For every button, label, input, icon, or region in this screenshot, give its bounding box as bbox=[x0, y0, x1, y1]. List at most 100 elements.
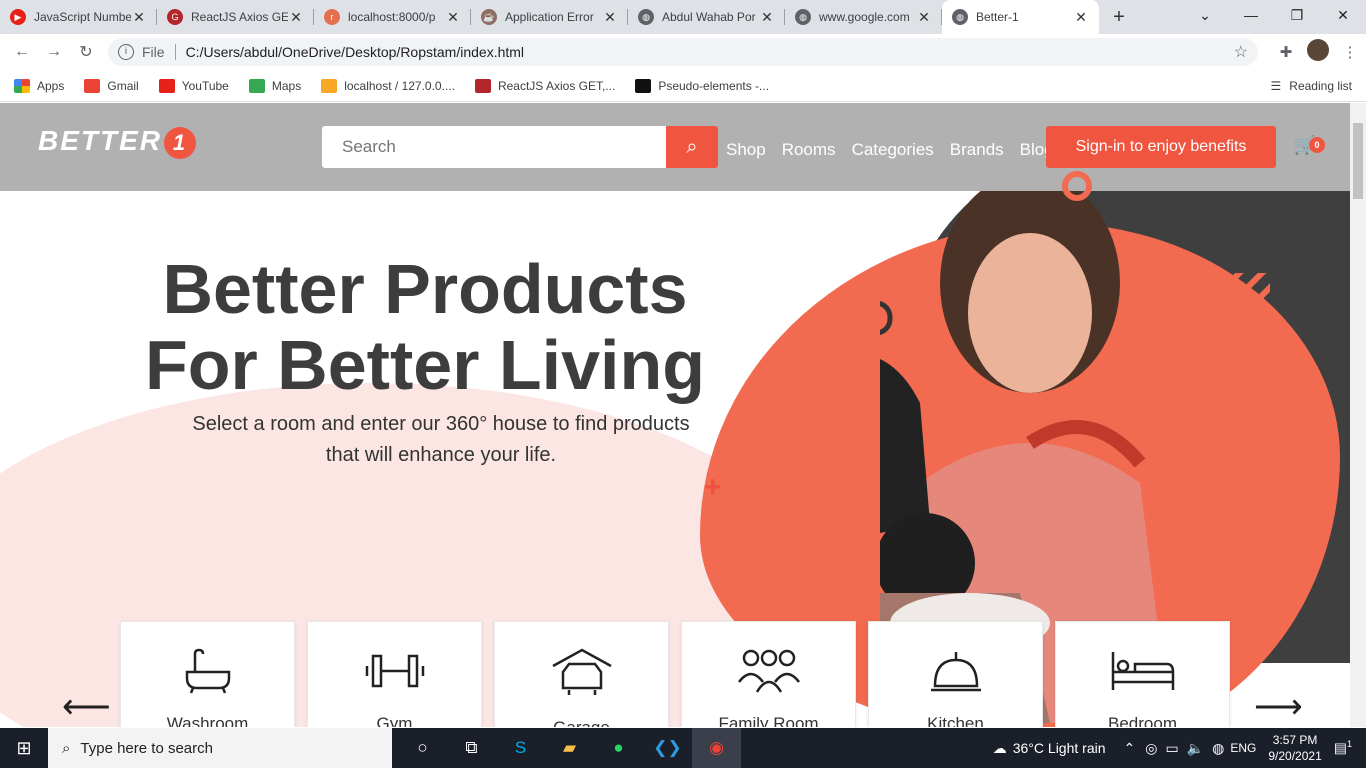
room-card-kitchen[interactable]: Kitchen bbox=[868, 621, 1043, 727]
cart-count-badge: 0 bbox=[1309, 137, 1325, 153]
chevron-up-icon[interactable]: ⌃ bbox=[1124, 740, 1136, 757]
reload-icon[interactable]: ↻ bbox=[70, 42, 102, 62]
info-icon[interactable]: i bbox=[118, 44, 134, 60]
restore-icon[interactable]: ❐ bbox=[1274, 7, 1320, 24]
close-tab-icon[interactable]: ✕ bbox=[1073, 9, 1089, 26]
language-label[interactable]: ENG bbox=[1230, 741, 1256, 755]
nav-categories[interactable]: Categories bbox=[852, 140, 934, 160]
weather-icon[interactable]: ☁ bbox=[993, 740, 1007, 757]
forward-icon[interactable]: → bbox=[38, 43, 70, 61]
close-tab-icon[interactable]: ✕ bbox=[445, 9, 461, 26]
site-favicon-icon bbox=[474, 78, 491, 93]
browser-tab[interactable]: r localhost:8000/p ✕ bbox=[314, 0, 471, 34]
separator bbox=[174, 44, 176, 60]
search-button[interactable]: ⌕ bbox=[666, 126, 718, 168]
coffee-icon: ☕ bbox=[481, 9, 497, 25]
bookmark-maps[interactable]: Maps bbox=[248, 78, 301, 93]
browser-tab[interactable]: ◍ Abdul Wahab Por ✕ bbox=[628, 0, 785, 34]
cortana-icon[interactable]: ○ bbox=[398, 728, 447, 768]
skype-icon[interactable]: S bbox=[496, 728, 545, 768]
back-icon[interactable]: ← bbox=[6, 43, 38, 61]
nav-rooms[interactable]: Rooms bbox=[782, 140, 836, 160]
close-tab-icon[interactable]: ✕ bbox=[131, 9, 147, 26]
extensions-icon[interactable]: ✚ bbox=[1270, 43, 1302, 61]
close-tab-icon[interactable]: ✕ bbox=[288, 9, 304, 26]
close-tab-icon[interactable]: ✕ bbox=[916, 9, 932, 26]
cloche-icon bbox=[930, 652, 981, 692]
decorative-ring bbox=[1062, 171, 1092, 201]
close-tab-icon[interactable]: ✕ bbox=[759, 9, 775, 26]
gmail-icon bbox=[84, 78, 101, 93]
language-icon[interactable]: ◍ bbox=[1212, 740, 1224, 757]
minimize-icon[interactable]: — bbox=[1228, 7, 1274, 23]
main-nav: Shop Rooms Categories Brands Blog bbox=[726, 140, 1070, 160]
reading-list-icon: ☰ bbox=[1270, 78, 1282, 93]
room-card-bedroom[interactable]: Bedroom bbox=[1055, 621, 1230, 727]
browser-tab[interactable]: ☕ Application Error ✕ bbox=[471, 0, 628, 34]
close-window-icon[interactable]: ✕ bbox=[1320, 7, 1366, 24]
bookmark-pseudo[interactable]: Pseudo-elements -... bbox=[635, 78, 769, 93]
site-favicon-icon: r bbox=[324, 9, 340, 25]
volume-icon[interactable]: 🔈 bbox=[1187, 740, 1204, 757]
clock[interactable]: 3:57 PM 9/20/2021 bbox=[1268, 732, 1321, 764]
page-scrollbar[interactable] bbox=[1350, 103, 1366, 727]
windows-taskbar: ⊞ ⌕ Type here to search ○ ⧉ S ▰ ● ❮❯ ◉ ☁ … bbox=[0, 728, 1366, 768]
weather-text[interactable]: 36°C Light rain bbox=[1013, 740, 1106, 756]
taskbar-apps: ○ ⧉ S ▰ ● ❮❯ ◉ bbox=[398, 728, 741, 768]
search-icon: ⌕ bbox=[686, 135, 698, 158]
phpmyadmin-icon bbox=[321, 78, 338, 93]
vscode-icon[interactable]: ❮❯ bbox=[643, 728, 692, 768]
room-card-washroom[interactable]: Washroom bbox=[120, 621, 295, 727]
address-bar[interactable]: i File C:/Users/abdul/OneDrive/Desktop/R… bbox=[108, 38, 1258, 66]
nav-brands[interactable]: Brands bbox=[950, 140, 1004, 160]
battery-icon[interactable]: ▭ bbox=[1165, 740, 1178, 757]
room-card-gym[interactable]: Gym bbox=[307, 621, 482, 727]
site-logo[interactable]: BETTER 1 bbox=[38, 125, 196, 159]
notification-icon[interactable]: ▤1 bbox=[1334, 739, 1352, 757]
youtube-icon: ▶ bbox=[10, 9, 26, 25]
browser-tab[interactable]: ▶ JavaScript Numbe ✕ bbox=[0, 0, 157, 34]
reading-list[interactable]: ☰ Reading list bbox=[1271, 79, 1352, 93]
chrome-icon[interactable]: ◉ bbox=[692, 728, 741, 768]
search-input[interactable] bbox=[322, 126, 666, 168]
browser-tab[interactable]: G ReactJS Axios GE ✕ bbox=[157, 0, 314, 34]
browser-tab[interactable]: ◍ www.google.com ✕ bbox=[785, 0, 942, 34]
profile-avatar[interactable] bbox=[1302, 39, 1334, 65]
bathtub-icon bbox=[185, 648, 230, 694]
browser-tab-active[interactable]: ◍ Better-1 ✕ bbox=[942, 0, 1099, 34]
whatsapp-icon[interactable]: ● bbox=[594, 728, 643, 768]
close-tab-icon[interactable]: ✕ bbox=[602, 9, 618, 26]
web-page: BETTER1 ⌕ Shop Rooms Categories Brands B… bbox=[0, 103, 1350, 727]
taskbar-search[interactable]: ⌕ Type here to search bbox=[48, 728, 392, 768]
bookmark-star-icon[interactable]: ☆ bbox=[1234, 42, 1248, 62]
search-icon: ⌕ bbox=[62, 739, 71, 757]
dumbbell-icon bbox=[365, 654, 424, 688]
url-text[interactable]: C:/Users/abdul/OneDrive/Desktop/Ropstam/… bbox=[186, 44, 524, 60]
scrollbar-thumb[interactable] bbox=[1353, 123, 1363, 199]
bookmark-localhost[interactable]: localhost / 127.0.0.... bbox=[321, 78, 455, 93]
nav-shop[interactable]: Shop bbox=[726, 140, 766, 160]
site-header: BETTER1 ⌕ Shop Rooms Categories Brands B… bbox=[0, 103, 1350, 191]
file-explorer-icon[interactable]: ▰ bbox=[545, 728, 594, 768]
cart-button[interactable]: 🛒 0 bbox=[1293, 135, 1325, 156]
carousel-next-arrow[interactable]: ⟶ bbox=[1254, 687, 1303, 727]
tab-search-icon[interactable]: ⌄ bbox=[1182, 7, 1228, 24]
bookmarks-bar: Apps Gmail YouTube Maps localhost / 127.… bbox=[0, 70, 1366, 102]
windows-start-icon[interactable]: ⊞ bbox=[0, 738, 48, 759]
system-tray: ☁ 36°C Light rain ⌃ ◎ ▭ 🔈 ◍ ENG 3:57 PM 9… bbox=[993, 728, 1366, 768]
browser-chrome: ▶ JavaScript Numbe ✕ G ReactJS Axios GE ✕ rl… bbox=[0, 0, 1366, 102]
new-tab-button[interactable]: + bbox=[1099, 6, 1139, 29]
bookmark-youtube[interactable]: YouTube bbox=[158, 78, 229, 93]
menu-kebab-icon[interactable]: ⋮ bbox=[1334, 43, 1366, 61]
carousel-prev-arrow[interactable]: ⟵ bbox=[62, 687, 111, 727]
room-card-garage[interactable]: Garage bbox=[494, 621, 669, 727]
task-view-icon[interactable]: ⧉ bbox=[447, 728, 496, 768]
bookmark-gmail[interactable]: Gmail bbox=[84, 78, 139, 93]
bookmark-reactjs[interactable]: ReactJS Axios GET,... bbox=[474, 78, 615, 93]
bookmark-apps[interactable]: Apps bbox=[14, 78, 64, 93]
globe-icon: ◍ bbox=[638, 9, 654, 25]
signin-button[interactable]: Sign-in to enjoy benefits bbox=[1046, 126, 1276, 168]
apps-grid-icon bbox=[14, 78, 30, 93]
room-card-family-room[interactable]: Family Room bbox=[681, 621, 856, 727]
network-icon[interactable]: ◎ bbox=[1145, 740, 1157, 757]
